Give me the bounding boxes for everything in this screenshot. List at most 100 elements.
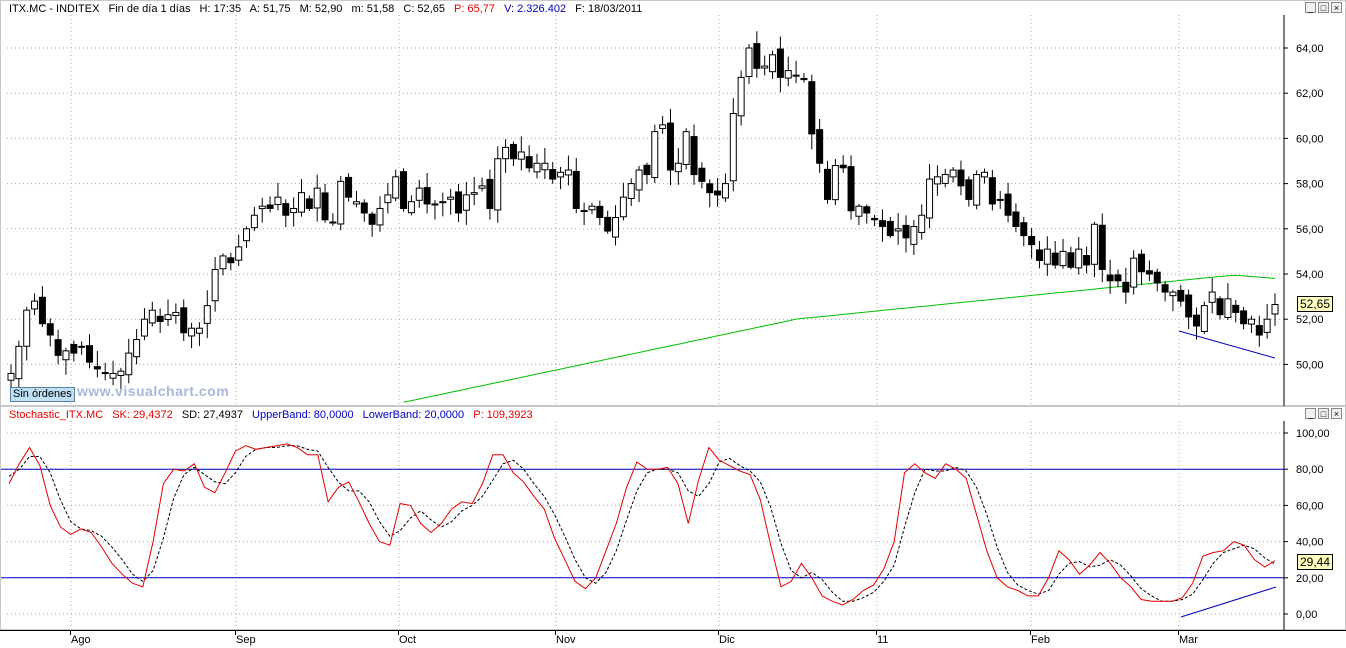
candle-body [769,54,777,73]
candle-body [313,187,321,209]
candle-body [407,201,415,214]
candle [156,308,164,333]
candle-body [831,165,839,201]
candle [486,169,494,220]
candle-body [1067,252,1075,268]
candle [918,204,926,240]
candle [297,179,305,217]
candle-body [1216,298,1224,316]
stoch-trendline [1180,586,1277,618]
candle-body [541,162,549,171]
candle [1240,307,1248,330]
candle [423,173,431,214]
candle-body [729,113,737,182]
candle [737,70,745,126]
candle [1138,249,1146,285]
candle [227,252,235,271]
candle-body [1263,318,1271,333]
candle [509,141,517,167]
candle [1232,299,1240,323]
candle [580,202,588,226]
candle-body [737,76,745,117]
month-label: 11 [877,634,889,646]
candle [714,178,722,207]
candle [1035,240,1043,269]
candle-body [525,156,533,169]
candle [541,147,549,179]
candle-body [305,198,313,209]
candle [164,299,172,327]
candle [855,203,863,226]
candle [1263,304,1271,339]
candle-body [580,210,588,213]
candle-body [1043,248,1051,265]
candle [627,178,635,206]
candle-body [1200,305,1208,332]
candle-body [195,327,203,334]
candle-body [172,311,180,317]
candle-body [23,309,31,347]
candle-body [627,183,635,199]
candle [148,301,156,327]
candle [86,334,94,369]
candle [588,202,596,215]
month-label: Oct [399,634,417,646]
candle-body [643,164,651,176]
candle-body [902,224,910,239]
candle [910,220,918,255]
candle-body [808,81,816,135]
candle-body [31,300,39,310]
candle [1169,289,1177,312]
candle-body [988,177,996,205]
candle [431,200,439,220]
moving-average-line [403,274,1276,403]
candle [894,213,902,245]
stochastic-chart: 100,00 80,00 60,00 40,00 20,00 0,00 [1,421,1330,631]
candle [305,195,313,212]
candle [23,306,31,361]
candle-body [266,204,274,209]
candle-body [855,205,863,217]
sin-ordenes-button[interactable]: Sin órdenes [10,387,75,402]
time-axis: Ago Sep Oct Nov Dic 11 Feb Mar [0,630,1346,648]
candle [996,190,1004,209]
candle-body [368,213,376,225]
candle [1145,260,1153,281]
candle [1153,268,1161,292]
month-label: Nov [556,634,576,646]
candle [674,148,682,185]
candle-body [1090,223,1098,265]
candle [902,215,910,253]
candle-body [698,167,706,182]
stoch-tick-label: 60,00 [1296,500,1324,512]
candle [698,162,706,189]
candle-body [148,309,156,324]
candle-body [910,226,918,245]
candle [596,200,604,226]
candle [15,340,23,387]
candle-body [502,146,510,160]
candle [1059,238,1067,269]
candle [808,74,816,150]
candle [38,286,46,328]
candle [949,167,957,183]
candle-body [188,327,196,337]
price-chart-pane[interactable]: ITX.MC - INDITEX Fin de día 1 días H: 17… [0,0,1346,407]
candle-body [133,339,141,358]
candle [823,160,831,204]
stochastic-pane[interactable]: Stochastic_ITX.MC SK: 29,4372 SD: 27,493… [0,406,1346,631]
candle [729,98,737,192]
candle [266,196,274,213]
month-label: Mar [1179,634,1198,646]
candle-body [282,203,290,216]
candle-body [258,205,266,210]
candle-body [101,372,109,375]
candle [1106,259,1114,294]
candle-body [666,122,674,171]
candle-body [1138,253,1146,273]
candle [988,169,996,211]
candle [46,318,54,347]
candle-body [423,187,431,205]
price-tick-label: 52,00 [1296,314,1324,326]
candle [926,163,934,229]
